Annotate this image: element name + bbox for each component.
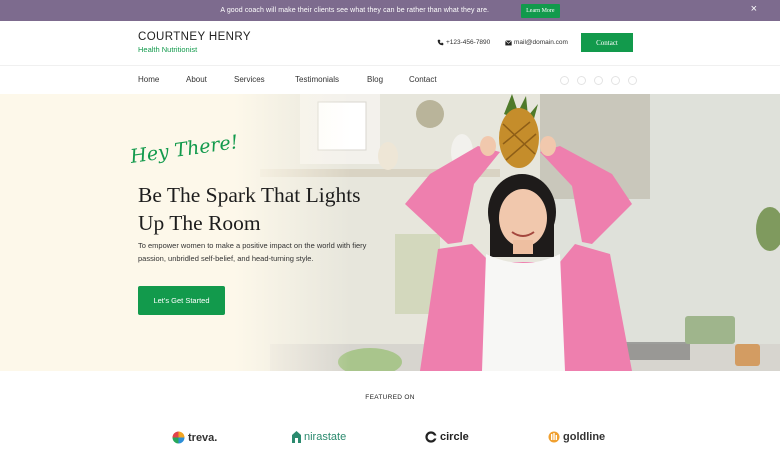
- main-nav: Home About Services Testimonials Blog Co…: [0, 65, 780, 95]
- circle-logo-icon: [425, 431, 437, 443]
- instagram-icon[interactable]: [594, 76, 603, 85]
- logo-treva: treva.: [172, 431, 217, 444]
- announcement-bar: A good coach will make their clients see…: [0, 0, 780, 21]
- phone-link[interactable]: +123-456-7890: [437, 39, 490, 46]
- phone-number: +123-456-7890: [446, 39, 491, 46]
- featured-heading: FEATURED ON: [365, 394, 415, 401]
- logo-nirastate: nirastate: [292, 431, 346, 443]
- nirastate-logo-icon: [292, 431, 301, 443]
- announcement-message: A good coach will make their clients see…: [220, 7, 490, 14]
- nav-item-blog[interactable]: Blog: [367, 75, 383, 84]
- logo-circle-text: circle: [440, 431, 469, 443]
- learn-more-button[interactable]: Learn More: [521, 3, 560, 18]
- logo-goldline: goldline: [548, 431, 605, 443]
- close-icon[interactable]: ×: [751, 3, 757, 15]
- contact-button[interactable]: Contact: [581, 33, 633, 52]
- brand-name[interactable]: COURTNEY HENRY: [138, 31, 251, 43]
- hero-subtext: To empower women to make a positive impa…: [138, 241, 367, 263]
- goldline-logo-icon: [548, 431, 560, 443]
- treva-logo-icon: [172, 431, 185, 444]
- nav-item-contact[interactable]: Contact: [409, 75, 437, 84]
- nav-item-about[interactable]: About: [186, 75, 207, 84]
- hero-headline: Be The Spark That Lights Up The Room: [138, 181, 398, 237]
- linkedin-icon[interactable]: [611, 76, 620, 85]
- get-started-button[interactable]: Let's Get Started: [138, 286, 225, 315]
- logo-nirastate-text: nirastate: [304, 431, 347, 443]
- logo-treva-text: treva.: [188, 431, 218, 444]
- phone-icon: [437, 39, 444, 46]
- hero-headline-line2: Up The Room: [138, 211, 261, 235]
- hero-headline-line1: Be The Spark That Lights: [138, 183, 361, 207]
- mail-icon: [505, 39, 512, 45]
- nav-item-services[interactable]: Services: [234, 75, 265, 84]
- social-links: [560, 76, 637, 85]
- facebook-icon[interactable]: [560, 76, 569, 85]
- brand-subtitle: Health Nutritionist: [138, 45, 198, 54]
- twitter-icon[interactable]: [577, 76, 586, 85]
- email-link[interactable]: mail@domain.com: [505, 39, 568, 46]
- logo-circle: circle: [425, 431, 469, 443]
- site-header: COURTNEY HENRY Health Nutritionist +123-…: [0, 21, 780, 65]
- logo-goldline-text: goldline: [563, 431, 606, 443]
- youtube-icon[interactable]: [628, 76, 637, 85]
- nav-item-home[interactable]: Home: [138, 75, 159, 84]
- nav-item-testimonials[interactable]: Testimonials: [295, 75, 339, 84]
- email-address: mail@domain.com: [514, 39, 568, 46]
